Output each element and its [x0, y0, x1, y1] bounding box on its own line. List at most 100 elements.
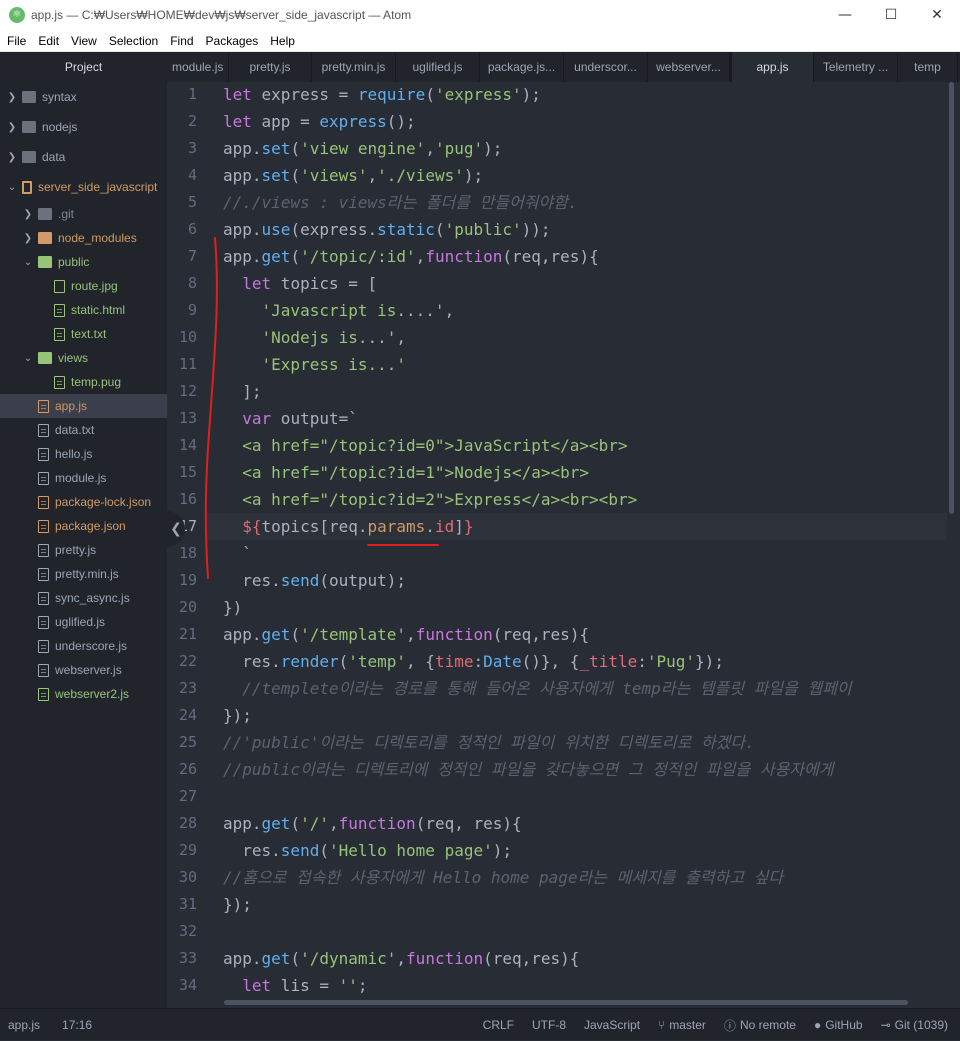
tree-header[interactable]: Project [0, 52, 167, 82]
status-branch[interactable]: ⑂ master [658, 1018, 706, 1032]
tree-item-public[interactable]: ⌄ public [0, 250, 167, 274]
status-remote[interactable]: ⓘ No remote [724, 1017, 796, 1034]
code-line: //templete이라는 경로를 통해 들어온 사용자에게 temp라는 템플… [242, 679, 852, 698]
menu-file[interactable]: File [0, 34, 32, 48]
line-number: 30 [178, 868, 197, 886]
tab-pretty-min-js[interactable]: pretty.min.js [312, 52, 396, 82]
tree-item-data[interactable]: ❯ data [0, 142, 167, 172]
status-cursor-position[interactable]: 17:16 [62, 1018, 92, 1032]
chevron-right-icon: ❯ [23, 232, 33, 244]
image-file-icon [54, 279, 65, 293]
title-bar: ⚛ app.js — C:₩Users₩HOME₩dev₩js₩server_s… [0, 0, 960, 30]
line-number: 8 [187, 274, 197, 292]
status-file[interactable]: app.js [8, 1018, 40, 1032]
tree-item-label: uglified.js [55, 615, 106, 629]
code-line: //./views : views라는 폴더를 만들어줘야함. [223, 193, 578, 212]
tree-item-nodejs[interactable]: ❯ nodejs [0, 112, 167, 142]
menu-help[interactable]: Help [264, 34, 301, 48]
tree-item-hello-js[interactable]: hello.js [0, 442, 167, 466]
file-icon [54, 327, 65, 341]
tree-item-label: app.js [55, 399, 88, 413]
menu-find[interactable]: Find [164, 34, 199, 48]
tab-module-js[interactable]: module.js [167, 52, 229, 82]
repo-icon [22, 180, 32, 194]
close-button[interactable]: ✕ [914, 0, 960, 30]
file-icon [38, 687, 49, 701]
tab-pretty-js[interactable]: pretty.js [229, 52, 312, 82]
line-number: 6 [187, 220, 197, 238]
tree-item-webserver2-js[interactable]: webserver2.js [0, 682, 167, 706]
menu-view[interactable]: View [65, 34, 103, 48]
vertical-scrollbar[interactable] [949, 82, 954, 514]
line-number: 15 [178, 463, 197, 481]
tree-item-git[interactable]: ❯ .git [0, 202, 167, 226]
tree-item-pretty-js[interactable]: pretty.js [0, 538, 167, 562]
status-grammar[interactable]: JavaScript [584, 1018, 640, 1032]
tab-underscore-js[interactable]: underscor... [564, 52, 648, 82]
tab-temp[interactable]: temp [898, 52, 958, 82]
tree-item-label: syntax [42, 90, 77, 104]
tree-item-data-txt[interactable]: data.txt [0, 418, 167, 442]
chevron-right-icon: ❯ [7, 91, 17, 103]
tree-item-label: text.txt [71, 327, 107, 341]
status-line-ending[interactable]: CRLF [483, 1018, 514, 1032]
tree-item-underscore-js[interactable]: underscore.js [0, 634, 167, 658]
line-number: 34 [178, 976, 197, 994]
menu-packages[interactable]: Packages [200, 34, 265, 48]
tree-item-views[interactable]: ⌄ views [0, 346, 167, 370]
file-icon [38, 471, 49, 485]
git-commit-icon: ⊸ [880, 1018, 891, 1032]
code-line: app.get('/dynamic',function(req,res){ [223, 949, 580, 968]
tree-item-server-side-javascript[interactable]: ⌄ server_side_javascript [0, 172, 167, 202]
tree-item-syntax[interactable]: ❯ syntax [0, 82, 167, 112]
tree-item-package-lock-json[interactable]: package-lock.json [0, 490, 167, 514]
tree-item-temp-pug[interactable]: temp.pug [0, 370, 167, 394]
tree-item-sync-async-js[interactable]: sync_async.js [0, 586, 167, 610]
file-icon [38, 447, 49, 461]
tree-item-app-js[interactable]: app.js [0, 394, 167, 418]
tree-item-route-jpg[interactable]: route.jpg [0, 274, 167, 298]
file-icon [54, 375, 65, 389]
code-line: <a href="/topic?id=0">JavaScript</a><br> [223, 436, 628, 455]
tab-package-json[interactable]: package.js... [480, 52, 564, 82]
tree-item-label: temp.pug [71, 375, 122, 389]
tree-item-label: data.txt [55, 423, 95, 437]
window-title: app.js — C:₩Users₩HOME₩dev₩js₩server_sid… [31, 8, 412, 22]
status-git[interactable]: ⊸ Git (1039) [881, 1018, 948, 1032]
code-editor[interactable]: 1 2 3 4 5 6 7 8 9 10 11 12 13 14 15 16 17 18 19 20 21 22 23 24 2… [167, 82, 960, 1008]
tree-item-label: sync_async.js [55, 591, 130, 605]
tree-item-text-txt[interactable]: text.txt [0, 322, 167, 346]
code-line: app.use(express.static('public')); [223, 220, 551, 239]
tab-webserver-js[interactable]: webserver... [648, 52, 732, 82]
tree-item-package-json[interactable]: package.json [0, 514, 167, 538]
status-bar: app.js 17:16 CRLF UTF-8 JavaScript ⑂ mast… [0, 1008, 960, 1040]
code-line: var output=` [242, 409, 358, 428]
code-line: 'Express is...' [261, 355, 407, 374]
tree-item-uglified-js[interactable]: uglified.js [0, 610, 167, 634]
maximize-button[interactable]: ☐ [868, 0, 914, 30]
status-github[interactable]: ● GitHub [814, 1018, 863, 1032]
code-line: ` [223, 544, 252, 563]
line-number: 3 [187, 139, 197, 157]
minimize-button[interactable]: — [822, 0, 868, 30]
tree-item-label: pretty.js [55, 543, 97, 557]
tree-item-label: module.js [55, 471, 107, 485]
tree-item-module-js[interactable]: module.js [0, 466, 167, 490]
menu-edit[interactable]: Edit [32, 34, 65, 48]
line-number: 27 [178, 787, 197, 805]
git-branch-icon: ⑂ [658, 1018, 666, 1032]
tree-item-node-modules[interactable]: ❯ node_modules [0, 226, 167, 250]
code-line: //'public'이라는 디렉토리를 정적인 파일이 위치한 디렉토리로 하겠… [223, 733, 755, 752]
menu-selection[interactable]: Selection [103, 34, 164, 48]
tab-uglified-js[interactable]: uglified.js [396, 52, 480, 82]
status-encoding[interactable]: UTF-8 [532, 1018, 566, 1032]
line-number: 19 [178, 571, 197, 589]
folder-icon [38, 232, 52, 244]
tab-app-js[interactable]: app.js [732, 52, 814, 82]
tab-telemetry[interactable]: Telemetry ... [814, 52, 898, 82]
tree-item-static-html[interactable]: static.html [0, 298, 167, 322]
tree-item-webserver-js[interactable]: webserver.js [0, 658, 167, 682]
git-label: Git (1039) [894, 1018, 948, 1032]
horizontal-scrollbar[interactable] [224, 1000, 908, 1005]
tree-item-pretty-min-js[interactable]: pretty.min.js [0, 562, 167, 586]
